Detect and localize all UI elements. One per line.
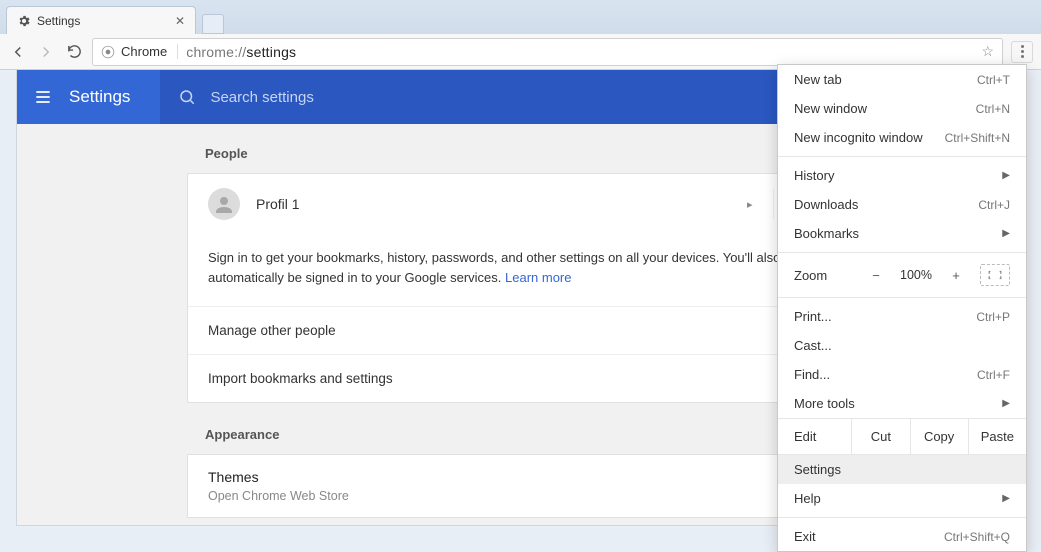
- url-path: settings: [246, 44, 296, 60]
- menu-label: More tools: [794, 396, 855, 411]
- menu-shortcut: Ctrl+Shift+Q: [944, 530, 1010, 544]
- menu-edit-row: Edit Cut Copy Paste: [778, 418, 1026, 455]
- menu-shortcut: Ctrl+N: [976, 102, 1010, 116]
- chevron-right-icon: ▸: [727, 198, 773, 211]
- menu-history[interactable]: History ▶: [778, 161, 1026, 190]
- avatar-icon: [208, 188, 240, 220]
- forward-button[interactable]: [36, 42, 56, 62]
- zoom-in-button[interactable]: +: [942, 262, 970, 288]
- url-prefix: chrome://: [186, 44, 246, 60]
- menu-cast[interactable]: Cast...: [778, 331, 1026, 360]
- close-tab-icon[interactable]: ✕: [175, 14, 185, 28]
- menu-new-incognito[interactable]: New incognito window Ctrl+Shift+N: [778, 123, 1026, 152]
- import-row[interactable]: Import bookmarks and settings: [188, 354, 866, 402]
- menu-bookmarks[interactable]: Bookmarks ▶: [778, 219, 1026, 248]
- profile-name: Profil 1: [256, 196, 727, 212]
- menu-more-tools[interactable]: More tools ▶: [778, 389, 1026, 418]
- menu-label: Find...: [794, 367, 830, 382]
- themes-label: Themes: [208, 469, 349, 485]
- chevron-right-icon: ▶: [1002, 493, 1010, 504]
- menu-settings[interactable]: Settings: [778, 455, 1026, 484]
- menu-label: Cast...: [794, 338, 832, 353]
- browser-menu: New tab Ctrl+T New window Ctrl+N New inc…: [777, 64, 1027, 552]
- menu-shortcut: Ctrl+J: [978, 198, 1010, 212]
- omnibox[interactable]: Chrome chrome://settings ☆: [92, 38, 1003, 66]
- menu-label: Exit: [794, 529, 816, 544]
- copy-button[interactable]: Copy: [910, 419, 968, 454]
- menu-downloads[interactable]: Downloads Ctrl+J: [778, 190, 1026, 219]
- site-chip: Chrome: [101, 44, 178, 59]
- chevron-right-icon: ▶: [1002, 170, 1010, 181]
- menu-print[interactable]: Print... Ctrl+P: [778, 302, 1026, 331]
- menu-help[interactable]: Help ▶: [778, 484, 1026, 513]
- menu-new-window[interactable]: New window Ctrl+N: [778, 94, 1026, 123]
- settings-content: People Profil 1 ▸ SIGN IN Sign in to get…: [187, 124, 867, 518]
- themes-sublabel: Open Chrome Web Store: [208, 489, 349, 503]
- profile-row[interactable]: Profil 1 ▸ SIGN IN: [188, 174, 866, 234]
- menu-icon[interactable]: [17, 87, 69, 107]
- zoom-out-button[interactable]: −: [862, 262, 890, 288]
- cut-button[interactable]: Cut: [851, 419, 909, 454]
- search-icon: [178, 88, 196, 106]
- themes-row[interactable]: Themes Open Chrome Web Store: [187, 454, 867, 518]
- menu-shortcut: Ctrl+F: [977, 368, 1010, 382]
- import-label: Import bookmarks and settings: [208, 371, 393, 386]
- menu-shortcut: Ctrl+T: [977, 73, 1010, 87]
- learn-more-link[interactable]: Learn more: [505, 270, 571, 285]
- people-card: Profil 1 ▸ SIGN IN Sign in to get your b…: [187, 173, 867, 403]
- menu-find[interactable]: Find... Ctrl+F: [778, 360, 1026, 389]
- menu-label: Help: [794, 491, 821, 506]
- page-title: Settings: [69, 87, 160, 107]
- menu-shortcut: Ctrl+Shift+N: [945, 131, 1010, 145]
- chevron-right-icon: ▶: [1002, 228, 1010, 239]
- section-title-people: People: [205, 146, 867, 161]
- new-tab-button[interactable]: [202, 14, 224, 34]
- help-text-body: Sign in to get your bookmarks, history, …: [208, 250, 780, 285]
- paste-button[interactable]: Paste: [968, 419, 1026, 454]
- menu-new-tab[interactable]: New tab Ctrl+T: [778, 65, 1026, 94]
- browser-menu-button[interactable]: [1011, 41, 1033, 63]
- edit-label: Edit: [778, 419, 851, 454]
- tab-strip: Settings ✕: [0, 0, 1041, 34]
- menu-label: Settings: [794, 462, 841, 477]
- menu-label: Downloads: [794, 197, 858, 212]
- menu-exit[interactable]: Exit Ctrl+Shift+Q: [778, 522, 1026, 551]
- url-text: chrome://settings: [186, 44, 296, 60]
- gear-icon: [17, 14, 31, 28]
- menu-label: Print...: [794, 309, 832, 324]
- manage-people-label: Manage other people: [208, 323, 336, 338]
- zoom-label: Zoom: [794, 268, 858, 283]
- menu-shortcut: Ctrl+P: [976, 310, 1010, 324]
- menu-label: New window: [794, 101, 867, 116]
- browser-tab[interactable]: Settings ✕: [6, 6, 196, 34]
- fullscreen-button[interactable]: [980, 264, 1010, 286]
- zoom-value: 100%: [894, 268, 938, 282]
- menu-label: New tab: [794, 72, 842, 87]
- tab-title: Settings: [37, 14, 175, 28]
- chrome-icon: [101, 45, 115, 59]
- chevron-right-icon: ▶: [1002, 398, 1010, 409]
- site-chip-label: Chrome: [121, 44, 167, 59]
- back-button[interactable]: [8, 42, 28, 62]
- section-title-appearance: Appearance: [205, 427, 867, 442]
- reload-button[interactable]: [64, 42, 84, 62]
- bookmark-star-icon[interactable]: ☆: [981, 43, 994, 60]
- menu-label: New incognito window: [794, 130, 923, 145]
- manage-people-row[interactable]: Manage other people: [188, 306, 866, 354]
- signin-help-text: Sign in to get your bookmarks, history, …: [188, 234, 866, 306]
- menu-label: History: [794, 168, 834, 183]
- menu-label: Bookmarks: [794, 226, 859, 241]
- search-input[interactable]: [210, 89, 470, 106]
- menu-zoom: Zoom − 100% +: [778, 257, 1026, 293]
